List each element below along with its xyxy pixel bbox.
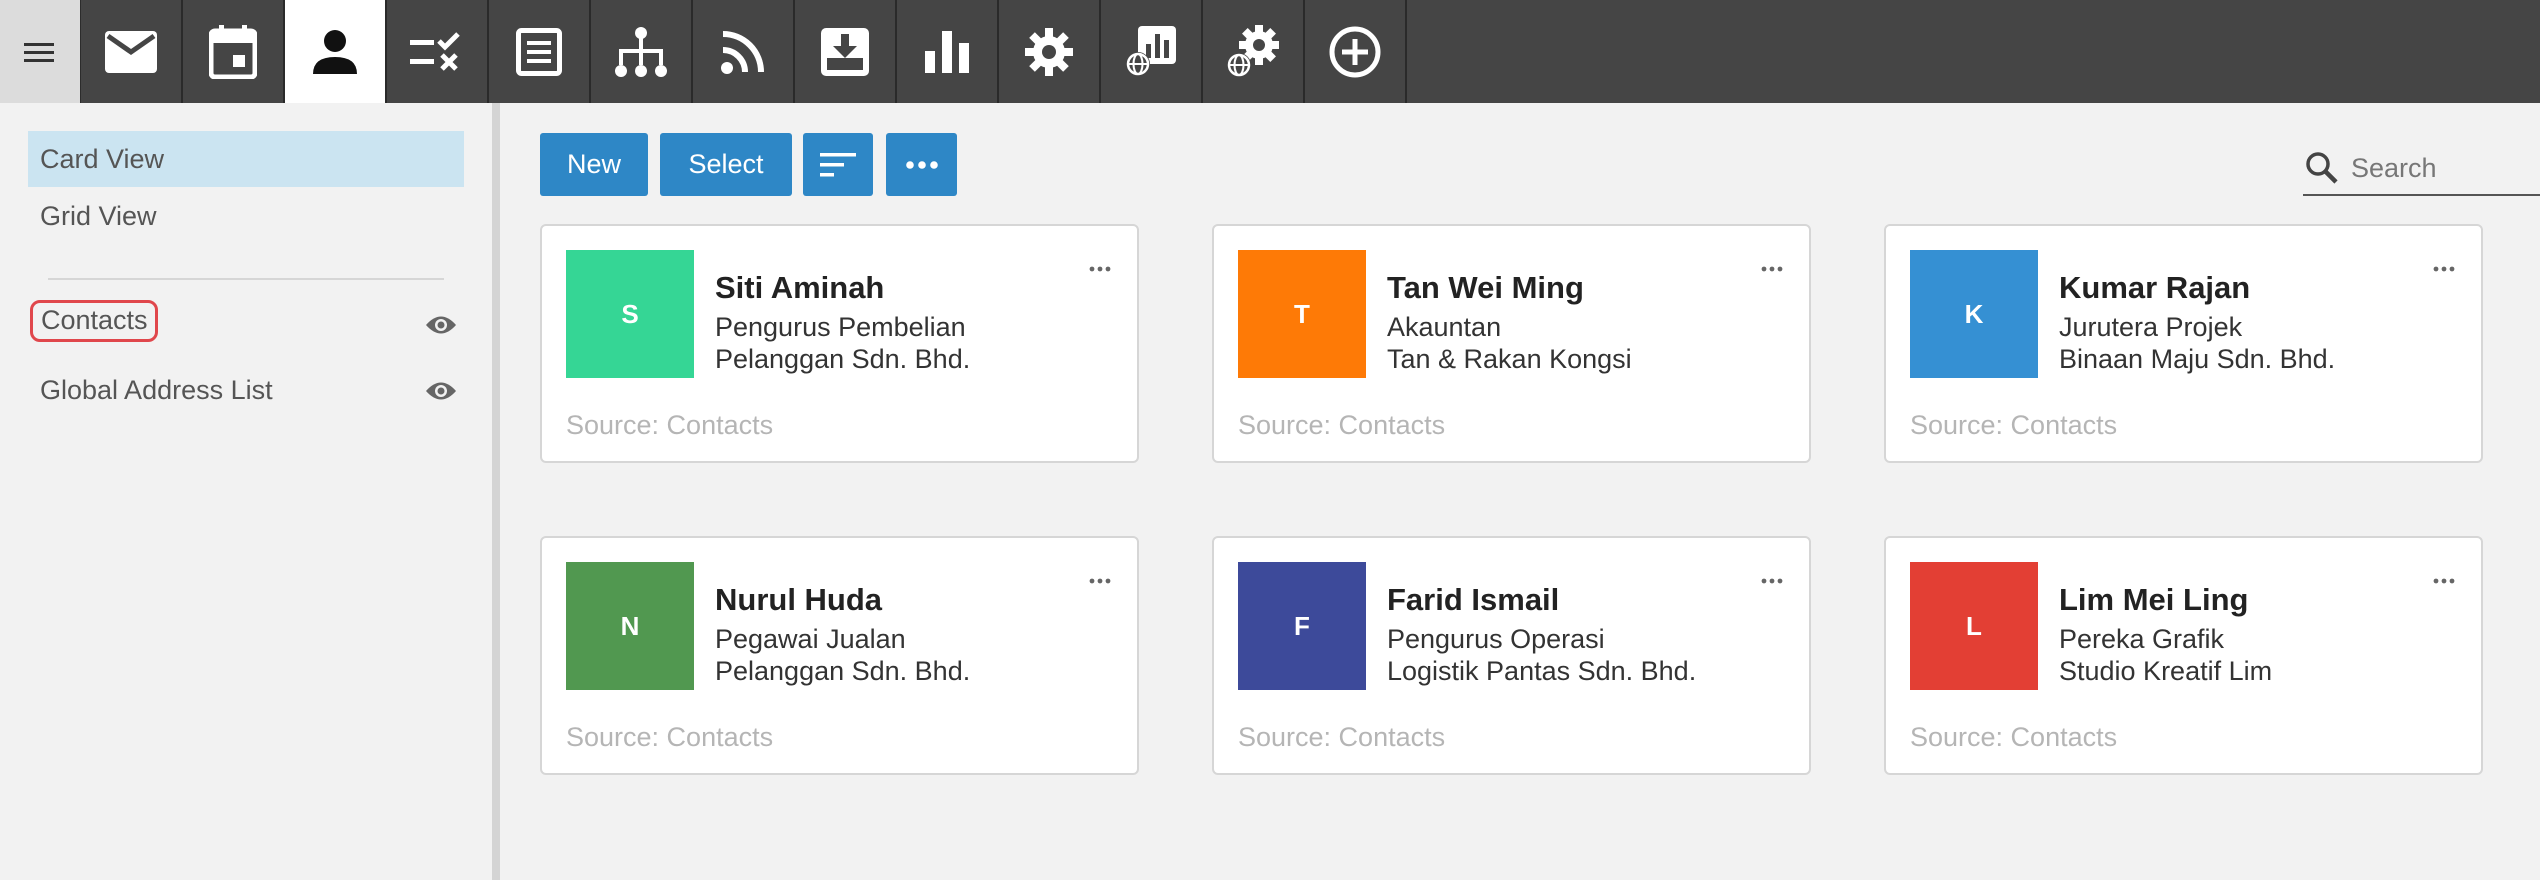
avatar: S bbox=[566, 250, 694, 378]
new-button[interactable]: New bbox=[540, 133, 648, 196]
sort-button[interactable] bbox=[803, 133, 873, 196]
contact-company: Tan & Rakan Kongsi bbox=[1387, 344, 1632, 374]
contact-name: Kumar Rajan bbox=[2059, 270, 2251, 305]
view-card[interactable]: Card View bbox=[28, 131, 464, 187]
new-button-label: New bbox=[566, 149, 621, 179]
avatar: N bbox=[566, 562, 694, 690]
contact-card[interactable]: N Nurul Huda Pegawai Jualan Pelanggan Sd… bbox=[540, 536, 1139, 775]
contact-company: Studio Kreatif Lim bbox=[2059, 656, 2273, 686]
contact-source: Source: Contacts bbox=[1238, 722, 1446, 752]
contact-company: Logistik Pantas Sdn. Bhd. bbox=[1387, 656, 1697, 686]
contact-title: Akauntan bbox=[1387, 312, 1502, 342]
contact-name: Tan Wei Ming bbox=[1387, 270, 1584, 305]
card-more-icon[interactable] bbox=[2432, 576, 2456, 586]
contact-name: Farid Ismail bbox=[1387, 582, 1560, 617]
card-more-icon[interactable] bbox=[1088, 264, 1112, 274]
archive-icon[interactable] bbox=[795, 0, 897, 103]
contact-card[interactable]: T Tan Wei Ming Akauntan Tan & Rakan Kong… bbox=[1212, 224, 1811, 463]
contact-source: Source: Contacts bbox=[1910, 410, 2118, 440]
contact-title: Pegawai Jualan bbox=[715, 624, 906, 654]
contact-title: Jurutera Projek bbox=[2059, 312, 2243, 342]
contact-card[interactable]: L Lim Mei Ling Pereka Grafik Studio Krea… bbox=[1884, 536, 2483, 775]
calendar-icon[interactable] bbox=[183, 0, 285, 103]
sort-icon bbox=[820, 152, 856, 176]
contact-name: Siti Aminah bbox=[715, 270, 885, 305]
contact-source: Source: Contacts bbox=[566, 410, 774, 440]
contact-name: Nurul Huda bbox=[715, 582, 883, 617]
contact-card[interactable]: K Kumar Rajan Jurutera Projek Binaan Maj… bbox=[1884, 224, 2483, 463]
card-more-icon[interactable] bbox=[1760, 264, 1784, 274]
web-settings-icon[interactable] bbox=[1203, 0, 1305, 103]
search-input[interactable] bbox=[2351, 152, 2531, 184]
view-grid[interactable]: Grid View bbox=[28, 188, 464, 244]
folder-contacts[interactable]: Contacts bbox=[30, 300, 158, 342]
view-card-label: Card View bbox=[40, 143, 165, 174]
contacts-icon[interactable] bbox=[285, 0, 387, 103]
contact-company: Pelanggan Sdn. Bhd. bbox=[715, 344, 971, 374]
add-icon[interactable] bbox=[1305, 0, 1407, 103]
search-box[interactable] bbox=[2303, 142, 2540, 196]
avatar: T bbox=[1238, 250, 1366, 378]
avatar: F bbox=[1238, 562, 1366, 690]
avatar: K bbox=[1910, 250, 2038, 378]
contact-card[interactable]: F Farid Ismail Pengurus Operasi Logistik… bbox=[1212, 536, 1811, 775]
settings-icon[interactable] bbox=[999, 0, 1101, 103]
contact-company: Binaan Maju Sdn. Bhd. bbox=[2059, 344, 2336, 374]
card-more-icon[interactable] bbox=[1760, 576, 1784, 586]
menu-icon[interactable] bbox=[0, 0, 81, 103]
folder-contacts-label: Contacts bbox=[41, 305, 148, 335]
card-more-icon[interactable] bbox=[1088, 576, 1112, 586]
select-button-label: Select bbox=[688, 149, 764, 179]
contact-source: Source: Contacts bbox=[1238, 410, 1446, 440]
sidebar-resizer[interactable] bbox=[492, 103, 500, 880]
tasks-icon[interactable] bbox=[387, 0, 489, 103]
eye-icon[interactable] bbox=[425, 314, 457, 341]
contact-source: Source: Contacts bbox=[566, 722, 774, 752]
web-reports-icon[interactable] bbox=[1101, 0, 1203, 103]
folder-global-address-list-label: Global Address List bbox=[40, 375, 273, 405]
more-icon bbox=[905, 160, 938, 169]
contact-source: Source: Contacts bbox=[1910, 722, 2118, 752]
contact-card[interactable]: S Siti Aminah Pengurus Pembelian Pelangg… bbox=[540, 224, 1139, 463]
folder-global-address-list[interactable]: Global Address List bbox=[40, 375, 273, 406]
org-chart-icon[interactable] bbox=[591, 0, 693, 103]
mail-icon[interactable] bbox=[81, 0, 183, 103]
app-toolbar bbox=[0, 0, 2540, 103]
card-more-icon[interactable] bbox=[2432, 264, 2456, 274]
notes-icon[interactable] bbox=[489, 0, 591, 103]
search-icon bbox=[2306, 152, 2338, 184]
contact-title: Pengurus Pembelian bbox=[715, 312, 966, 342]
sidebar-divider bbox=[48, 278, 444, 280]
view-grid-label: Grid View bbox=[40, 200, 157, 231]
avatar: L bbox=[1910, 562, 2038, 690]
select-button[interactable]: Select bbox=[660, 133, 792, 196]
contact-name: Lim Mei Ling bbox=[2059, 582, 2249, 617]
contact-title: Pengurus Operasi bbox=[1387, 624, 1605, 654]
reports-icon[interactable] bbox=[897, 0, 999, 103]
contact-title: Pereka Grafik bbox=[2059, 624, 2225, 654]
eye-icon[interactable] bbox=[425, 380, 457, 407]
contact-company: Pelanggan Sdn. Bhd. bbox=[715, 656, 971, 686]
more-actions-button[interactable] bbox=[886, 133, 957, 196]
rss-icon[interactable] bbox=[693, 0, 795, 103]
